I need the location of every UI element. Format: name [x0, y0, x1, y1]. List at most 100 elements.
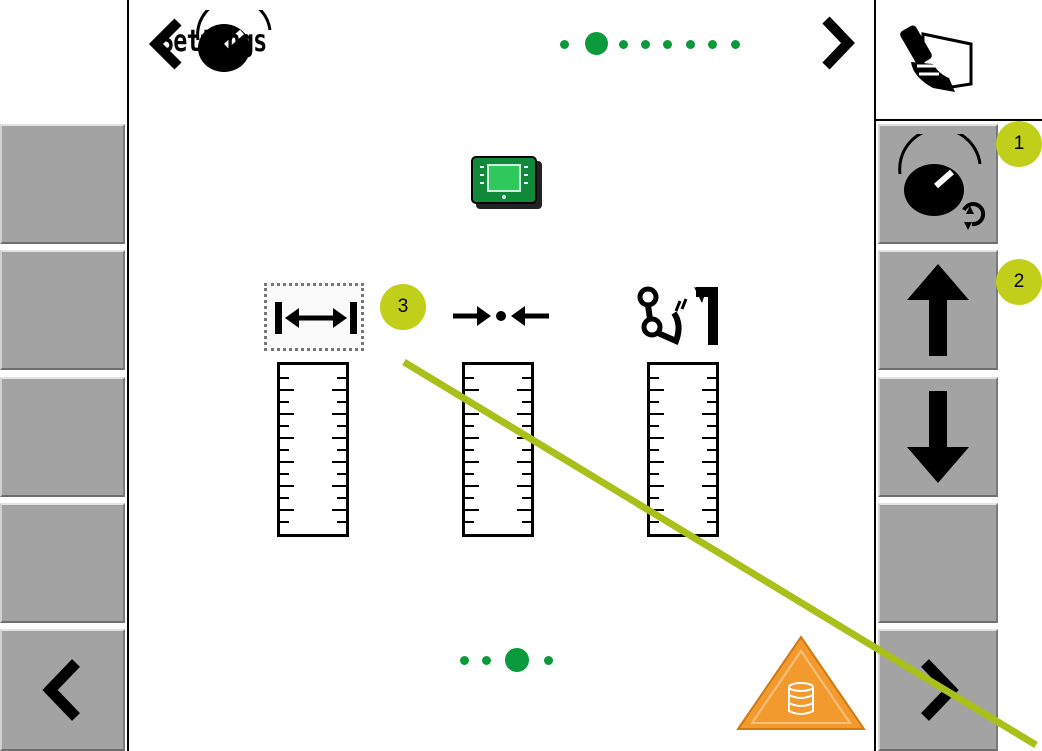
scale-tick	[522, 377, 531, 379]
scale-tick	[650, 425, 659, 427]
page-dot	[560, 40, 569, 49]
scale-tick	[280, 425, 289, 427]
scale-tick	[280, 497, 289, 499]
scale-tick	[517, 485, 531, 487]
page-dot	[731, 40, 740, 49]
scale-tick	[522, 473, 531, 475]
chevron-right-icon	[921, 659, 959, 721]
scale-tick	[517, 389, 531, 391]
scale-tick	[465, 377, 474, 379]
scale-tick	[465, 389, 479, 391]
scale-tick	[337, 425, 346, 427]
page-dot	[663, 40, 672, 49]
scale-tick	[337, 377, 346, 379]
storage-warning-icon[interactable]	[734, 633, 868, 733]
scale-tick	[522, 449, 531, 451]
scale-tick	[280, 461, 294, 463]
scale-tick	[337, 497, 346, 499]
scale-tick	[650, 377, 659, 379]
scale-tick	[707, 497, 716, 499]
scale-tick	[465, 497, 474, 499]
scale-tick	[280, 437, 294, 439]
right-softkey-gauge-cycle[interactable]	[878, 124, 998, 244]
scale-tick	[465, 521, 474, 523]
scale-tick	[280, 389, 294, 391]
left-softkey-back[interactable]	[0, 629, 125, 751]
scale-tick	[280, 377, 289, 379]
scale-tick	[707, 401, 716, 403]
chevron-left-icon	[41, 659, 80, 721]
manual-control-icon	[900, 25, 973, 92]
callout-marker-1: 1	[996, 121, 1042, 167]
scale-tick	[702, 413, 716, 415]
scale-tick	[650, 413, 664, 415]
scale-tick	[702, 461, 716, 463]
scale-tick	[522, 401, 531, 403]
right-softkey-down[interactable]	[878, 377, 998, 497]
scale-tick	[707, 377, 716, 379]
scale-tick	[517, 437, 531, 439]
sub-page-dot	[482, 656, 491, 665]
callout-marker-3: 3	[380, 284, 426, 330]
scale-tick	[707, 425, 716, 427]
callout-marker-2: 2	[996, 259, 1042, 305]
scale-tick	[332, 509, 346, 511]
scale-tick	[707, 449, 716, 451]
scale-bar-narrow	[462, 362, 534, 537]
page-dot	[686, 40, 695, 49]
chevron-right-icon[interactable]	[818, 16, 858, 70]
left-softkey-4[interactable]	[0, 503, 125, 623]
scale-tick	[337, 449, 346, 451]
scale-tick	[650, 485, 664, 487]
sub-page-dot-active	[505, 648, 529, 672]
right-softkey-manual[interactable]	[878, 0, 998, 118]
right-softkey-next[interactable]	[878, 629, 998, 751]
left-softkey-1[interactable]	[0, 124, 125, 244]
arrow-down-icon	[907, 391, 969, 483]
left-softkey-2[interactable]	[0, 250, 125, 370]
callout-label: 3	[397, 296, 409, 317]
scale-tick	[337, 401, 346, 403]
page-dot	[619, 40, 628, 49]
scale-tick	[280, 485, 294, 487]
scale-tick	[465, 425, 474, 427]
scale-tick	[522, 521, 531, 523]
width-icon	[275, 302, 357, 334]
scale-tick	[465, 449, 474, 451]
scale-tick	[517, 413, 531, 415]
scale-tick	[650, 437, 664, 439]
scale-tick	[465, 473, 474, 475]
page-title: Settings	[160, 24, 267, 59]
scale-tick	[280, 473, 289, 475]
scale-tick	[650, 509, 664, 511]
scale-tick	[337, 473, 346, 475]
left-softkey-column	[0, 0, 127, 751]
sub-page-dot	[460, 656, 469, 665]
left-divider	[127, 0, 129, 751]
scale-tick	[332, 413, 346, 415]
page-dot-active	[585, 32, 608, 55]
left-softkey-3[interactable]	[0, 377, 125, 497]
scale-tick	[280, 509, 294, 511]
terminal-module-icon	[471, 156, 542, 209]
scale-tick	[707, 521, 716, 523]
scale-tick	[650, 401, 659, 403]
narrow-center-icon[interactable]	[451, 296, 551, 336]
scale-tick	[465, 509, 479, 511]
scale-tick	[280, 521, 289, 523]
right-softkey-5[interactable]	[878, 503, 998, 623]
right-softkey-column	[876, 0, 1042, 751]
scale-tick	[517, 509, 531, 511]
scale-tick	[650, 497, 659, 499]
scale-tick	[465, 401, 474, 403]
callout-label: 2	[1013, 271, 1025, 292]
scale-tick	[465, 413, 479, 415]
scale-tick	[522, 497, 531, 499]
parameter-width[interactable]	[264, 283, 364, 351]
scale-tick	[702, 437, 716, 439]
scale-tick	[465, 485, 479, 487]
right-softkey-up[interactable]	[878, 250, 998, 370]
hitch-arm-icon[interactable]	[636, 283, 728, 347]
gauge-cycle-icon	[898, 134, 986, 230]
scale-tick	[517, 461, 531, 463]
